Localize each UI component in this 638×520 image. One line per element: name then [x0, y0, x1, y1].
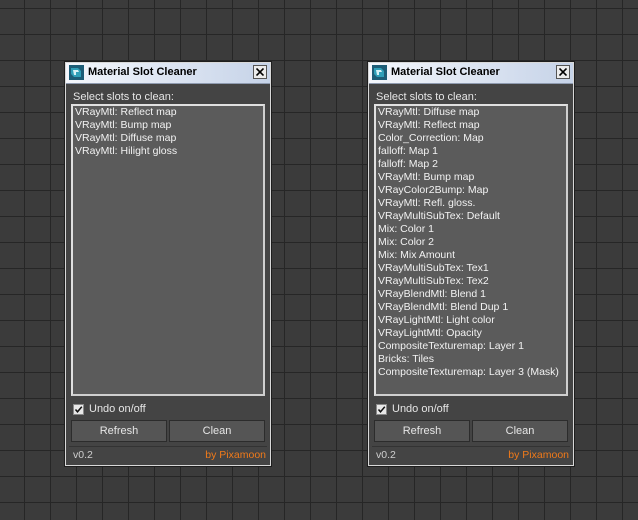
- 3dsmax-app-icon: [69, 65, 84, 80]
- version-label: v0.2: [376, 449, 396, 461]
- list-item[interactable]: VRayMtl: Diffuse map: [376, 106, 566, 119]
- list-item[interactable]: VRayMtl: Reflect map: [73, 106, 263, 119]
- undo-checkbox[interactable]: [73, 404, 84, 415]
- author-credit[interactable]: by Pixamoon: [205, 449, 266, 461]
- list-item[interactable]: VRayLightMtl: Opacity: [376, 327, 566, 340]
- list-item[interactable]: Mix: Color 1: [376, 223, 566, 236]
- slots-listbox[interactable]: VRayMtl: Diffuse map VRayMtl: Reflect ma…: [374, 104, 568, 396]
- list-item[interactable]: VRayBlendMtl: Blend 1: [376, 288, 566, 301]
- refresh-button[interactable]: Refresh: [71, 420, 167, 442]
- undo-label: Undo on/off: [392, 403, 449, 415]
- clean-button[interactable]: Clean: [169, 420, 265, 442]
- undo-checkbox[interactable]: [376, 404, 387, 415]
- clean-button[interactable]: Clean: [472, 420, 568, 442]
- title-bar[interactable]: Material Slot Cleaner: [66, 63, 270, 84]
- close-icon[interactable]: [253, 65, 267, 79]
- select-slots-label: Select slots to clean:: [376, 91, 477, 103]
- checkmark-icon: [377, 406, 386, 413]
- version-label: v0.2: [73, 449, 93, 461]
- list-item[interactable]: CompositeTexturemap: Layer 3 (Mask): [376, 366, 566, 379]
- refresh-button[interactable]: Refresh: [374, 420, 470, 442]
- author-credit[interactable]: by Pixamoon: [508, 449, 569, 461]
- list-item[interactable]: VRayMtl: Refl. gloss.: [376, 197, 566, 210]
- list-item[interactable]: CompositeTexturemap: Layer 1: [376, 340, 566, 353]
- list-item[interactable]: VRayMultiSubTex: Default: [376, 210, 566, 223]
- list-item[interactable]: VRayMtl: Diffuse map: [73, 132, 263, 145]
- list-item[interactable]: VRayMtl: Bump map: [376, 171, 566, 184]
- list-item[interactable]: VRayMultiSubTex: Tex1: [376, 262, 566, 275]
- window-title: Material Slot Cleaner: [391, 66, 500, 78]
- close-icon[interactable]: [556, 65, 570, 79]
- slots-listbox[interactable]: VRayMtl: Reflect map VRayMtl: Bump map V…: [71, 104, 265, 396]
- material-slot-cleaner-window-left: Material Slot Cleaner Select slots to cl…: [65, 62, 271, 466]
- list-item[interactable]: VRayColor2Bump: Map: [376, 184, 566, 197]
- list-item[interactable]: VRayMultiSubTex: Tex2: [376, 275, 566, 288]
- undo-label: Undo on/off: [89, 403, 146, 415]
- select-slots-label: Select slots to clean:: [73, 91, 174, 103]
- title-bar[interactable]: Material Slot Cleaner: [369, 63, 573, 84]
- list-item[interactable]: VRayLightMtl: Light color: [376, 314, 566, 327]
- list-item[interactable]: Bricks: Tiles: [376, 353, 566, 366]
- list-item[interactable]: VRayMtl: Hilight gloss: [73, 145, 263, 158]
- list-item[interactable]: Color_Correction: Map: [376, 132, 566, 145]
- list-item[interactable]: falloff: Map 2: [376, 158, 566, 171]
- list-item[interactable]: falloff: Map 1: [376, 145, 566, 158]
- list-item[interactable]: VRayMtl: Reflect map: [376, 119, 566, 132]
- list-item[interactable]: Mix: Mix Amount: [376, 249, 566, 262]
- checkmark-icon: [74, 406, 83, 413]
- footer-divider: [69, 446, 267, 447]
- footer-divider: [372, 446, 570, 447]
- material-slot-cleaner-window-right: Material Slot Cleaner Select slots to cl…: [368, 62, 574, 466]
- list-item[interactable]: Mix: Color 2: [376, 236, 566, 249]
- list-item[interactable]: VRayMtl: Bump map: [73, 119, 263, 132]
- list-item[interactable]: VRayBlendMtl: Blend Dup 1: [376, 301, 566, 314]
- window-title: Material Slot Cleaner: [88, 66, 197, 78]
- 3dsmax-app-icon: [372, 65, 387, 80]
